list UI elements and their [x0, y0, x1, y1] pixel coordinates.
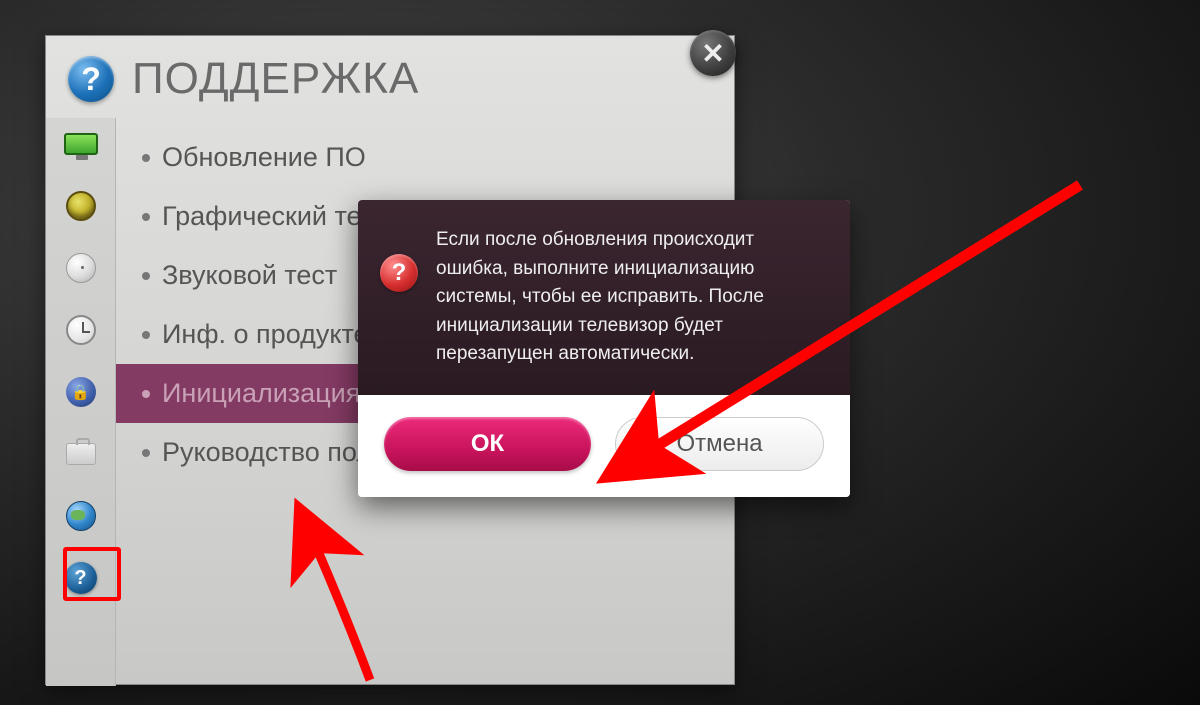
bullet-icon	[142, 390, 150, 398]
globe-icon	[66, 501, 96, 531]
monitor-icon	[64, 133, 98, 155]
lock-icon: 🔒	[66, 377, 96, 407]
header: ? ПОДДЕРЖКА	[46, 36, 734, 118]
sidebar-item-network[interactable]	[57, 496, 105, 536]
confirm-dialog: ? Если после обновления происходит ошибк…	[358, 200, 850, 497]
menu-item-software-update[interactable]: Обновление ПО	[116, 128, 734, 187]
bullet-icon	[142, 213, 150, 221]
ok-button[interactable]: ОК	[384, 417, 591, 471]
bullet-icon	[142, 449, 150, 457]
page-title: ПОДДЕРЖКА	[132, 54, 419, 104]
satellite-icon	[66, 253, 96, 283]
help-icon: ?	[68, 56, 114, 102]
menu-label: Графический тест	[162, 201, 387, 232]
sidebar-item-time[interactable]	[57, 310, 105, 350]
sidebar: 🔒 ?	[46, 118, 116, 686]
briefcase-icon	[66, 443, 96, 465]
close-icon: ✕	[701, 37, 724, 70]
bullet-icon	[142, 272, 150, 280]
dialog-footer: ОК Отмена	[358, 395, 850, 497]
sidebar-item-sound[interactable]	[57, 186, 105, 226]
menu-label: Инициализация	[162, 378, 360, 409]
dialog-body: ? Если после обновления происходит ошибк…	[358, 200, 850, 395]
dialog-message: Если после обновления происходит ошибка,…	[436, 226, 822, 369]
warning-help-icon: ?	[380, 254, 418, 292]
speaker-icon	[66, 191, 96, 221]
menu-label: Звуковой тест	[162, 260, 337, 291]
sidebar-item-channel[interactable]	[57, 248, 105, 288]
sidebar-item-support[interactable]: ?	[57, 558, 105, 598]
help-icon: ?	[65, 562, 97, 594]
menu-label: Инф. о продукте	[162, 319, 369, 350]
close-button[interactable]: ✕	[690, 30, 736, 76]
bullet-icon	[142, 154, 150, 162]
clock-icon	[66, 315, 96, 345]
menu-label: Обновление ПО	[162, 142, 366, 173]
sidebar-item-lock[interactable]: 🔒	[57, 372, 105, 412]
sidebar-item-option[interactable]	[57, 434, 105, 474]
bullet-icon	[142, 331, 150, 339]
cancel-button[interactable]: Отмена	[615, 417, 824, 471]
sidebar-item-picture[interactable]	[57, 124, 105, 164]
